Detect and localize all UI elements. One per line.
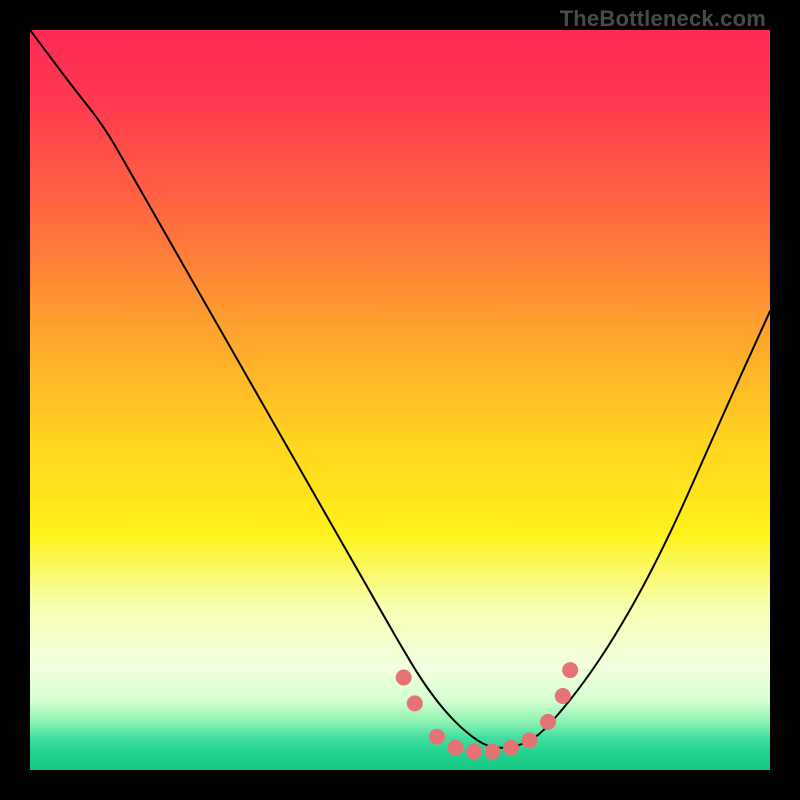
marker-point xyxy=(562,662,578,678)
marker-point xyxy=(448,740,464,756)
marker-point xyxy=(503,740,519,756)
gradient-background xyxy=(30,30,770,770)
marker-point xyxy=(540,714,556,730)
chart-svg xyxy=(30,30,770,770)
marker-point xyxy=(466,744,482,760)
watermark-text: TheBottleneck.com xyxy=(560,6,766,32)
marker-point xyxy=(555,688,571,704)
marker-point xyxy=(407,695,423,711)
marker-point xyxy=(429,729,445,745)
plot-area xyxy=(30,30,770,770)
chart-container: TheBottleneck.com xyxy=(0,0,800,800)
marker-point xyxy=(485,744,501,760)
marker-point xyxy=(522,732,538,748)
marker-point xyxy=(396,670,412,686)
